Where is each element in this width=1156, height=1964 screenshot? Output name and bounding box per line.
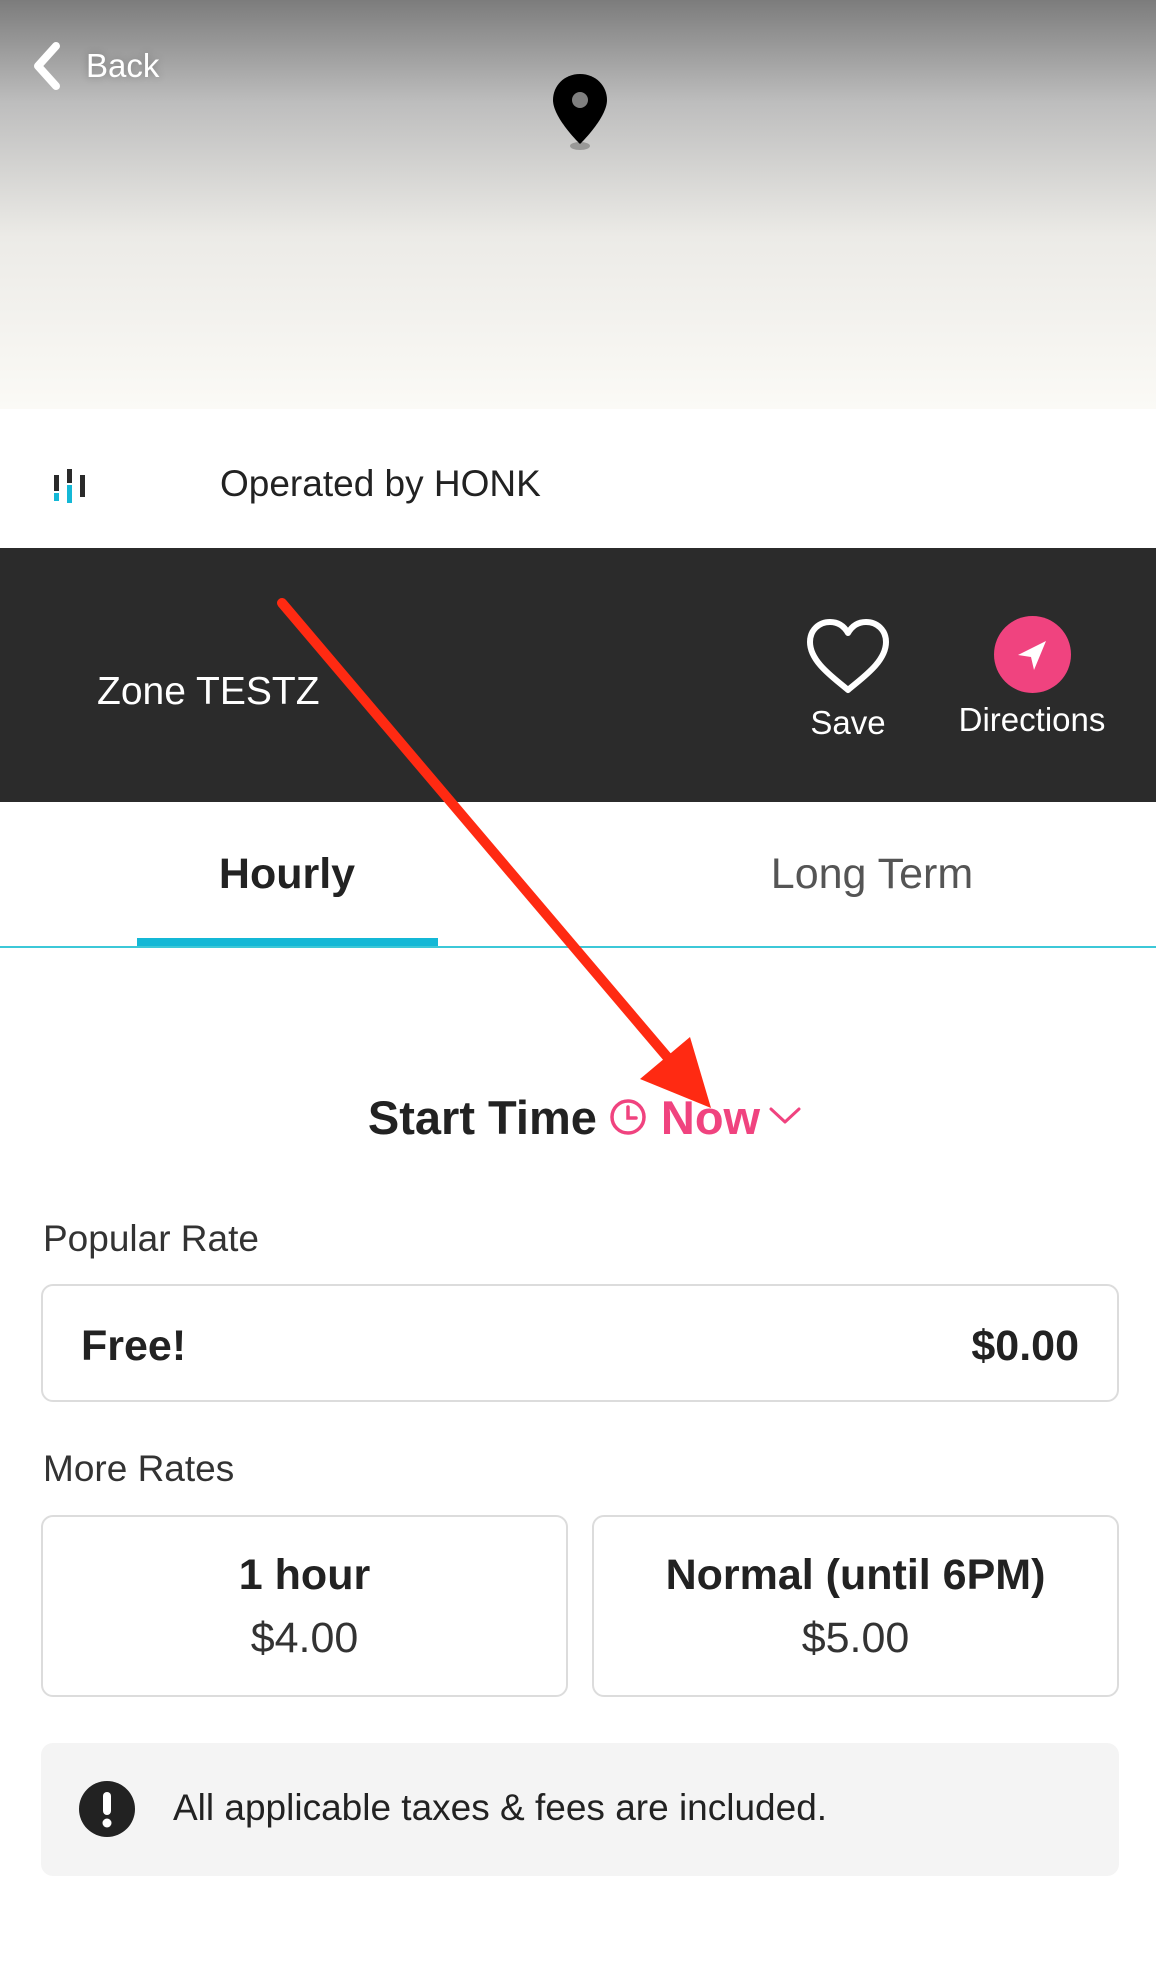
operator-row: Operated by HONK xyxy=(0,409,1156,548)
tab-long-term[interactable]: Long Term xyxy=(722,802,1022,946)
tab-hourly[interactable]: Hourly xyxy=(137,802,437,946)
more-rates-label: More Rates xyxy=(43,1448,235,1489)
save-button[interactable]: Save xyxy=(798,616,898,742)
rate-price: $4.00 xyxy=(250,1614,359,1662)
heart-icon xyxy=(807,619,889,693)
honk-logo xyxy=(54,469,85,503)
clock-icon xyxy=(610,1099,646,1135)
popular-rate-label: Popular Rate xyxy=(43,1218,259,1259)
rate-name: Normal (until 6PM) xyxy=(665,1551,1046,1599)
map-pin-icon xyxy=(553,74,607,150)
zone-name: Zone TESTZ xyxy=(97,670,320,713)
directions-button[interactable]: Directions xyxy=(944,616,1120,739)
rate-price: $5.00 xyxy=(801,1614,910,1662)
rate-card-1-hour[interactable]: 1 hour $4.00 xyxy=(41,1515,568,1697)
rate-name: 1 hour xyxy=(238,1551,371,1599)
chevron-down-icon[interactable] xyxy=(768,1104,802,1126)
navigation-arrow-icon xyxy=(1018,640,1046,670)
zone-bar: Zone TESTZ Save Directions xyxy=(0,548,1156,802)
active-tab-indicator xyxy=(137,938,438,946)
back-label: Back xyxy=(86,47,160,84)
start-time-label: Start Time xyxy=(367,1090,597,1144)
exclamation-circle-icon xyxy=(79,1781,135,1837)
chevron-left-icon xyxy=(34,42,60,90)
operator-text: Operated by HONK xyxy=(220,463,541,504)
save-label: Save xyxy=(810,704,886,741)
notice-text: All applicable taxes & fees are included… xyxy=(173,1787,828,1828)
back-button[interactable]: Back xyxy=(30,38,159,94)
directions-label: Directions xyxy=(958,701,1106,738)
directions-circle xyxy=(993,616,1071,693)
rate-tabs: Hourly Long Term xyxy=(0,802,1156,948)
fees-notice: All applicable taxes & fees are included… xyxy=(41,1743,1119,1876)
map-header[interactable]: Back xyxy=(0,0,1156,409)
rate-price: $0.00 xyxy=(971,1322,1079,1370)
start-time-row: Start Time Now xyxy=(0,1085,1156,1149)
rate-name: Free! xyxy=(81,1322,187,1370)
rate-card-normal[interactable]: Normal (until 6PM) $5.00 xyxy=(592,1515,1119,1697)
popular-rate-card[interactable]: Free! $0.00 xyxy=(41,1284,1119,1402)
start-time-selector[interactable]: Now xyxy=(661,1090,760,1145)
